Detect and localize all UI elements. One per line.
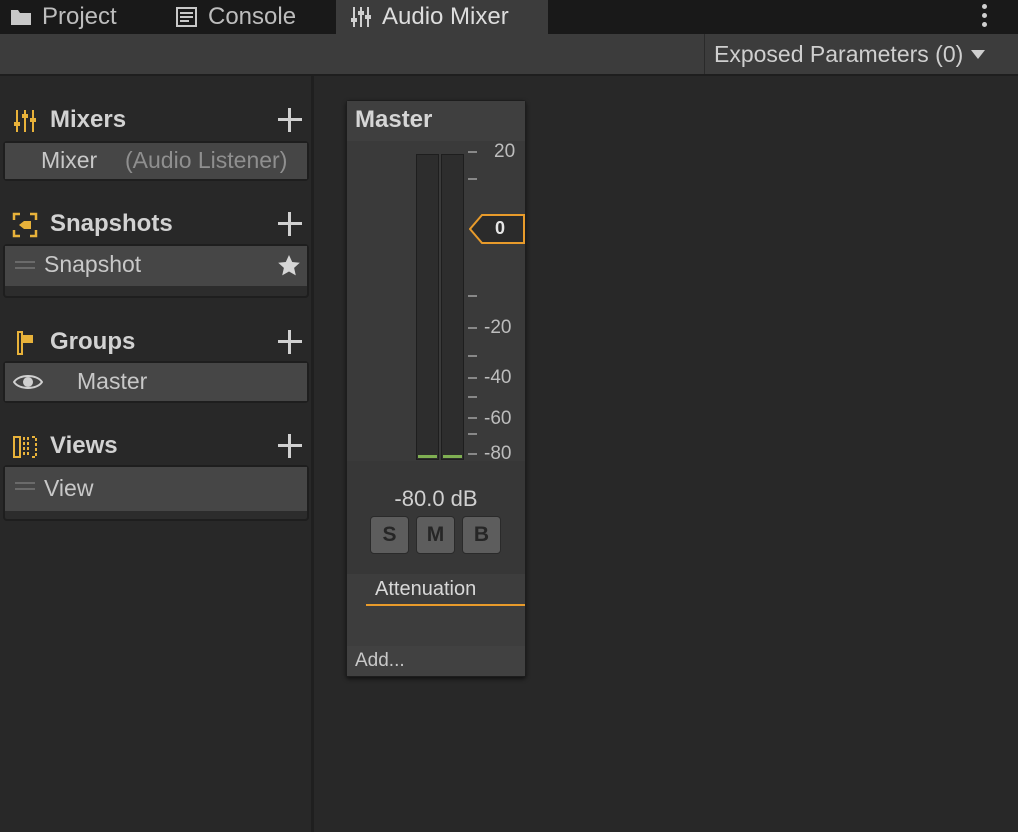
console-icon: [176, 7, 197, 27]
scale-tick: [468, 295, 477, 297]
mixer-sliders-icon: [351, 7, 371, 27]
tab-label: Audio Mixer: [382, 3, 509, 30]
mute-button[interactable]: M: [416, 516, 455, 554]
snapshot-item[interactable]: Snapshot: [5, 246, 307, 286]
dropdown-arrow-icon: [971, 49, 986, 59]
groups-list: Master: [3, 361, 309, 403]
bypass-button[interactable]: B: [462, 516, 501, 554]
tab-label: Project: [42, 3, 117, 30]
solo-button[interactable]: S: [370, 516, 409, 554]
attenuation-effect[interactable]: Attenuation: [366, 574, 525, 606]
drag-handle-icon[interactable]: [15, 482, 35, 490]
volume-readout: -80.0 dB: [394, 486, 478, 511]
folder-icon: [11, 10, 31, 25]
exposed-parameters-label: Exposed Parameters (0): [714, 40, 964, 67]
vu-meter-right: [441, 154, 464, 460]
tab-audio-mixer[interactable]: Audio Mixer: [336, 0, 548, 34]
exposed-parameters-dropdown[interactable]: Exposed Parameters (0): [704, 34, 1010, 74]
scale-tick: [468, 327, 477, 329]
db-label: -60: [484, 408, 512, 429]
group-name: Master: [77, 368, 148, 394]
db-label: -20: [484, 317, 512, 338]
mixers-list: Mixer (Audio Listener): [3, 141, 309, 181]
tab-bar: Project Console Audio Mixer: [0, 0, 1018, 34]
scale-tick: [468, 377, 477, 379]
toolbar: Exposed Parameters (0): [0, 34, 1018, 76]
groups-title: Groups: [50, 328, 136, 355]
fader-value: 0: [495, 218, 506, 238]
snapshots-title: Snapshots: [50, 210, 173, 237]
add-snapshot-button[interactable]: [276, 210, 304, 238]
mixer-item[interactable]: Mixer (Audio Listener): [5, 143, 307, 179]
db-label: -40: [484, 367, 512, 388]
view-item[interactable]: View: [5, 467, 307, 511]
mixers-title: Mixers: [50, 106, 127, 133]
views-header: Views: [0, 426, 314, 466]
group-item[interactable]: Master: [5, 363, 307, 401]
db-label: -80: [484, 443, 512, 464]
views-icon: [13, 436, 37, 458]
snapshot-icon: [12, 212, 38, 238]
snapshot-name: Snapshot: [44, 251, 142, 277]
view-name: View: [44, 475, 94, 501]
mixer-name: Mixer: [41, 147, 98, 173]
drag-handle-icon[interactable]: [15, 261, 35, 269]
add-group-button[interactable]: [276, 328, 304, 356]
group-icon: [17, 331, 33, 355]
mixers-header: Mixers: [0, 100, 314, 140]
mixer-output: (Audio Listener): [125, 147, 288, 173]
add-mixer-button[interactable]: [276, 106, 304, 134]
add-effect-button[interactable]: Add...: [347, 646, 525, 676]
meter-level-right: [443, 455, 462, 458]
tab-project[interactable]: Project: [10, 0, 117, 34]
scale-tick: [468, 151, 477, 153]
scale-tick: [468, 355, 477, 357]
add-view-button[interactable]: [276, 432, 304, 460]
scale-tick: [468, 433, 477, 435]
scale-tick: [468, 178, 477, 180]
more-options-icon[interactable]: [978, 4, 992, 30]
views-list: View: [3, 465, 309, 521]
eye-icon[interactable]: [13, 372, 43, 392]
vu-meter-left: [416, 154, 439, 460]
star-icon[interactable]: [277, 254, 301, 278]
views-title: Views: [50, 432, 118, 459]
mixer-sliders-icon: [14, 110, 36, 132]
scale-tick: [468, 453, 477, 455]
vu-meter-area: 20 -20 -40 -60 -80 0: [347, 141, 525, 464]
db-label: 20: [494, 141, 516, 162]
scale-tick: [468, 417, 477, 419]
effects-area: Attenuation: [347, 574, 525, 646]
snapshots-list: Snapshot: [3, 244, 309, 298]
snapshots-header: Snapshots: [0, 204, 314, 244]
master-channel-strip: Master 20 -20 -40 -60 -80 0 -80.0 dB S M…: [346, 100, 526, 677]
tab-label: Console: [208, 3, 297, 30]
groups-header: Groups: [0, 322, 314, 362]
meter-level-left: [418, 455, 437, 458]
tab-console[interactable]: Console: [176, 0, 296, 34]
volume-fader-handle[interactable]: 0: [468, 214, 525, 244]
sidebar: Mixers Mixer (Audio Listener) Snapshots …: [0, 76, 314, 832]
scale-tick: [468, 396, 477, 398]
strip-title[interactable]: Master: [347, 101, 525, 141]
